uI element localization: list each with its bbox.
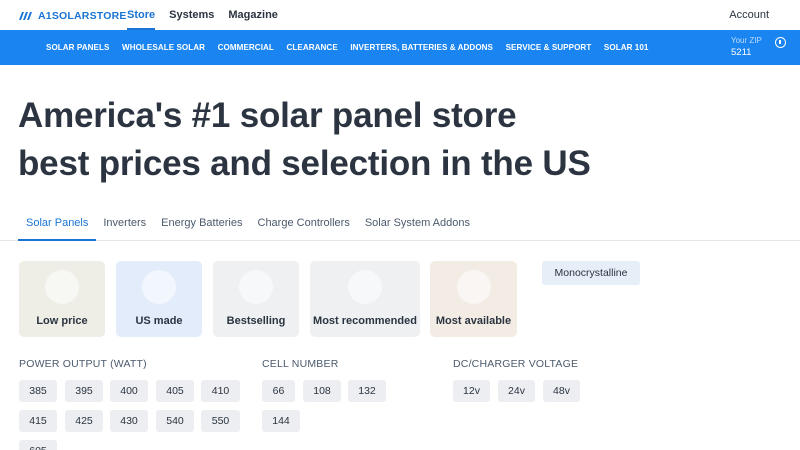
info-circle-icon[interactable] [775,37,786,48]
feature-card-label: Low price [36,315,88,327]
nav-magazine[interactable]: Magazine [228,0,278,30]
filter-chip-cells[interactable]: 144 [262,410,300,432]
filter-chip-power[interactable]: 430 [110,410,148,432]
category-solar-panels[interactable]: SOLAR PANELS [46,43,109,52]
filter-title-cell-number: CELL NUMBER [262,358,339,370]
filter-chip-power[interactable]: 395 [65,380,103,402]
feature-card-label: Most available [435,315,512,327]
zip-value: 5211 [731,47,752,58]
feature-card-label: Most recommended [313,315,417,327]
feature-card-image [142,270,176,304]
feature-card-image [348,270,382,304]
filter-chip-power[interactable]: 410 [201,380,240,402]
nav-systems[interactable]: Systems [169,0,214,30]
logo-text: A1SOLARSTORE [38,10,127,22]
filter-chip-cells[interactable]: 132 [348,380,386,402]
page-title-line-1: America's #1 solar panel store [18,96,517,135]
tab-solar-panels[interactable]: Solar Panels [18,210,97,241]
filter-chip-cells[interactable]: 108 [303,380,341,402]
filter-chip-power[interactable]: 540 [156,410,194,432]
logo[interactable]: A1SOLARSTORE [18,9,127,23]
filter-chip-power[interactable]: 425 [65,410,103,432]
category-solar-101[interactable]: SOLAR 101 [604,43,649,52]
zip-selector[interactable]: Your ZIP 5211 [731,36,762,58]
filter-chip-power[interactable]: 385 [19,380,57,402]
tab-energy-batteries[interactable]: Energy Batteries [153,210,250,241]
tab-inverters[interactable]: Inverters [95,210,154,241]
feature-card-image [456,270,491,304]
account-link[interactable]: Account [729,0,769,30]
page-title-line-2: best prices and selection in the US [18,144,591,183]
top-nav: Store Systems Magazine [127,0,292,30]
filter-title-power-output: POWER OUTPUT (WATT) [19,358,147,370]
feature-card-most-recommended[interactable]: Most recommended [310,261,420,337]
nav-store[interactable]: Store [127,0,156,30]
filter-chip-power[interactable]: 550 [201,410,240,432]
category-clearance[interactable]: CLEARANCE [287,43,338,52]
page-title: America's #1 solar panel store best pric… [18,92,591,188]
feature-card-label: US made [135,315,183,327]
filter-title-charger-voltage: DC/CHARGER VOLTAGE [453,358,579,370]
filter-chip-power[interactable]: 605 [19,440,57,450]
feature-card-low-price[interactable]: Low price [19,261,105,337]
filter-chip-voltage[interactable]: 12v [453,380,490,402]
category-commercial[interactable]: COMMERCIAL [218,43,274,52]
filter-chip-voltage[interactable]: 24v [498,380,535,402]
category-nav: SOLAR PANELS WHOLESALE SOLAR COMMERCIAL … [46,30,661,65]
feature-card-image [45,270,79,304]
filter-chip-power[interactable]: 400 [110,380,148,402]
feature-card-image [239,270,273,304]
tab-charge-controllers[interactable]: Charge Controllers [250,210,358,241]
zip-label: Your ZIP [731,36,762,45]
feature-card-bestselling[interactable]: Bestselling [213,261,299,337]
category-bar: SOLAR PANELS WHOLESALE SOLAR COMMERCIAL … [0,30,800,65]
tab-solar-system-addons[interactable]: Solar System Addons [357,210,478,241]
filter-chip-voltage[interactable]: 48v [543,380,580,402]
feature-card-most-available[interactable]: Most available [430,261,517,337]
filter-chip-power[interactable]: 415 [19,410,57,432]
feature-card-label: Bestselling [226,315,286,327]
product-tabs: Solar Panels Inverters Energy Batteries … [18,210,800,241]
feature-card-us-made[interactable]: US made [116,261,202,337]
category-wholesale-solar[interactable]: WHOLESALE SOLAR [122,43,205,52]
top-bar: A1SOLARSTORE Store Systems Magazine Acco… [0,0,800,30]
filter-chip-cells[interactable]: 66 [262,380,295,402]
filter-chip-power[interactable]: 405 [156,380,194,402]
category-service-support[interactable]: SERVICE & SUPPORT [506,43,592,52]
category-inverters-batteries-addons[interactable]: INVERTERS, BATTERIES & ADDONS [350,43,493,52]
monocrystalline-chip[interactable]: Monocrystalline [542,261,640,285]
solar-panel-logo-icon [19,12,32,20]
